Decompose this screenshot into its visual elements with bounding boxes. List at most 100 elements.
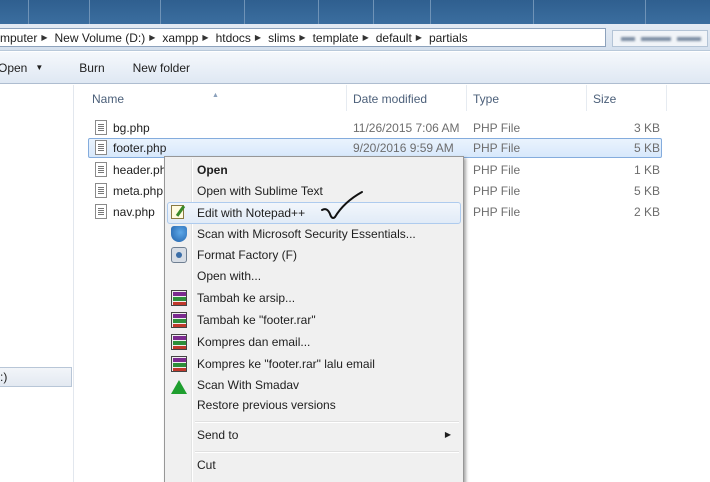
file-name: meta.php xyxy=(113,184,164,198)
file-type: PHP File xyxy=(473,163,521,177)
navigation-pane: :) xyxy=(0,85,74,482)
breadcrumb-htdocs[interactable]: htdocs xyxy=(212,31,253,45)
menu-item-label: Tambah ke "footer.rar" xyxy=(197,313,316,327)
chevron-right-icon[interactable]: ▶ xyxy=(414,33,425,42)
winrar-icon xyxy=(171,290,187,306)
menu-item-edit-notepad[interactable]: Edit with Notepad++ xyxy=(167,202,461,224)
sort-up-icon: ▲ xyxy=(212,92,219,99)
breadcrumb-xampp[interactable]: xampp xyxy=(158,31,200,45)
file-size: 1 KB xyxy=(633,163,660,177)
checkmark-annotation-icon xyxy=(321,191,363,219)
menu-item-restore-previous[interactable]: Restore previous versions xyxy=(167,394,461,416)
menu-item-label: Kompres ke "footer.rar" lalu email xyxy=(197,357,375,371)
column-size[interactable]: Size xyxy=(593,92,616,106)
new-folder-button[interactable]: New folder xyxy=(133,61,190,75)
menu-item-label: Open xyxy=(197,163,228,177)
submenu-arrow-icon: ▶ xyxy=(444,430,451,439)
breadcrumb-partials[interactable]: partials xyxy=(425,31,470,45)
context-menu: Open Open with Sublime Text Edit with No… xyxy=(164,156,464,482)
menu-item-tambah-footer[interactable]: Tambah ke "footer.rar" xyxy=(167,309,461,331)
file-size: 2 KB xyxy=(633,205,660,219)
menu-item-label: Kompres dan email... xyxy=(197,335,311,349)
file-size: 5 KB xyxy=(633,141,660,155)
menu-item-kompres-email[interactable]: Kompres dan email... xyxy=(167,331,461,353)
file-type: PHP File xyxy=(473,205,521,219)
column-header: ▲ Name Date modified Type Size xyxy=(75,85,710,111)
security-essentials-icon xyxy=(171,226,187,242)
menu-item-label: Restore previous versions xyxy=(197,398,336,412)
chevron-right-icon[interactable]: ▶ xyxy=(253,33,264,42)
menu-separator xyxy=(195,451,459,452)
breadcrumb-new-volume[interactable]: New Volume (D:) xyxy=(51,31,148,45)
breadcrumb-slims[interactable]: slims xyxy=(264,31,297,45)
menu-item-open-with[interactable]: Open with... xyxy=(167,265,461,287)
winrar-icon xyxy=(171,312,187,328)
chevron-right-icon[interactable]: ▶ xyxy=(39,33,50,42)
menu-item-label: Open with... xyxy=(197,269,262,283)
menu-item-scan-smadav[interactable]: Scan With Smadav xyxy=(167,374,461,396)
php-file-icon xyxy=(95,204,107,219)
chevron-right-icon[interactable]: ▶ xyxy=(361,33,372,42)
winrar-icon xyxy=(171,334,187,350)
php-file-icon xyxy=(95,140,107,155)
file-name: header.ph xyxy=(113,163,167,177)
smadav-icon xyxy=(171,378,187,394)
menu-item-label: Cut xyxy=(197,458,216,472)
command-toolbar: Open ▼ Burn New folder xyxy=(0,52,710,84)
file-type: PHP File xyxy=(473,141,521,155)
menu-item-label: Tambah ke arsip... xyxy=(197,291,296,305)
burn-button[interactable]: Burn xyxy=(79,61,104,75)
breadcrumb-computer[interactable]: mputer xyxy=(0,31,39,45)
column-type[interactable]: Type xyxy=(473,92,499,106)
winrar-icon xyxy=(171,356,187,372)
menu-item-label: Open with Sublime Text xyxy=(197,184,323,198)
file-type: PHP File xyxy=(473,121,521,135)
php-file-icon xyxy=(95,120,107,135)
menu-item-open-sublime[interactable]: Open with Sublime Text xyxy=(167,180,461,202)
column-name[interactable]: Name xyxy=(92,92,124,106)
menu-item-scan-mse[interactable]: Scan with Microsoft Security Essentials.… xyxy=(167,223,461,245)
menu-item-kompres-footer-email[interactable]: Kompres ke "footer.rar" lalu email xyxy=(167,353,461,375)
file-size: 5 KB xyxy=(633,184,660,198)
address-bar: mputer ▶ New Volume (D:) ▶ xampp ▶ htdoc… xyxy=(0,24,710,51)
notepad-plus-plus-icon xyxy=(171,205,184,219)
menu-item-format-factory[interactable]: Format Factory (F) xyxy=(167,244,461,266)
menu-item-label: Scan With Smadav xyxy=(197,378,300,392)
new-folder-button-label: New folder xyxy=(132,60,190,75)
php-file-icon xyxy=(95,162,107,177)
menu-item-label: Edit with Notepad++ xyxy=(197,206,306,220)
file-row[interactable]: bg.php 11/26/2015 7:06 AM PHP File 3 KB xyxy=(88,118,662,138)
menu-item-tambah-arsip[interactable]: Tambah ke arsip... xyxy=(167,287,461,309)
column-date-modified[interactable]: Date modified xyxy=(353,92,427,106)
menu-item-open[interactable]: Open xyxy=(167,159,461,181)
file-date: 9/20/2016 9:59 AM xyxy=(353,141,454,155)
menu-item-send-to[interactable]: Send to ▶ xyxy=(167,424,461,446)
menu-separator xyxy=(195,421,459,422)
menu-item-cut[interactable]: Cut xyxy=(167,454,461,476)
file-name: bg.php xyxy=(113,121,150,135)
chevron-right-icon[interactable]: ▶ xyxy=(297,33,308,42)
file-name: nav.php xyxy=(113,205,155,219)
chevron-right-icon[interactable]: ▶ xyxy=(200,33,211,42)
search-input[interactable] xyxy=(612,30,708,47)
breadcrumb[interactable]: mputer ▶ New Volume (D:) ▶ xampp ▶ htdoc… xyxy=(0,28,606,47)
chevron-down-icon[interactable]: ▼ xyxy=(35,63,43,72)
menu-item-label: Format Factory (F) xyxy=(197,248,298,262)
format-factory-icon xyxy=(171,247,187,263)
file-type: PHP File xyxy=(473,184,521,198)
breadcrumb-default[interactable]: default xyxy=(372,31,414,45)
open-button[interactable]: Open ▼ xyxy=(0,61,43,75)
file-name: footer.php xyxy=(113,141,167,155)
file-row-selected[interactable]: footer.php 9/20/2016 9:59 AM PHP File 5 … xyxy=(88,138,662,158)
nav-item-drive-label: :) xyxy=(0,370,8,384)
nav-item-drive[interactable]: :) xyxy=(0,367,72,387)
breadcrumb-template[interactable]: template xyxy=(309,31,361,45)
burn-button-label: Burn xyxy=(79,60,105,75)
chevron-right-icon[interactable]: ▶ xyxy=(147,33,158,42)
file-date: 11/26/2015 7:06 AM xyxy=(353,121,460,135)
file-size: 3 KB xyxy=(633,121,660,135)
open-button-label: Open xyxy=(0,60,28,75)
menu-item-label: Send to xyxy=(197,428,239,442)
window-title-strip xyxy=(0,0,710,24)
menu-item-label: Scan with Microsoft Security Essentials.… xyxy=(197,227,416,241)
